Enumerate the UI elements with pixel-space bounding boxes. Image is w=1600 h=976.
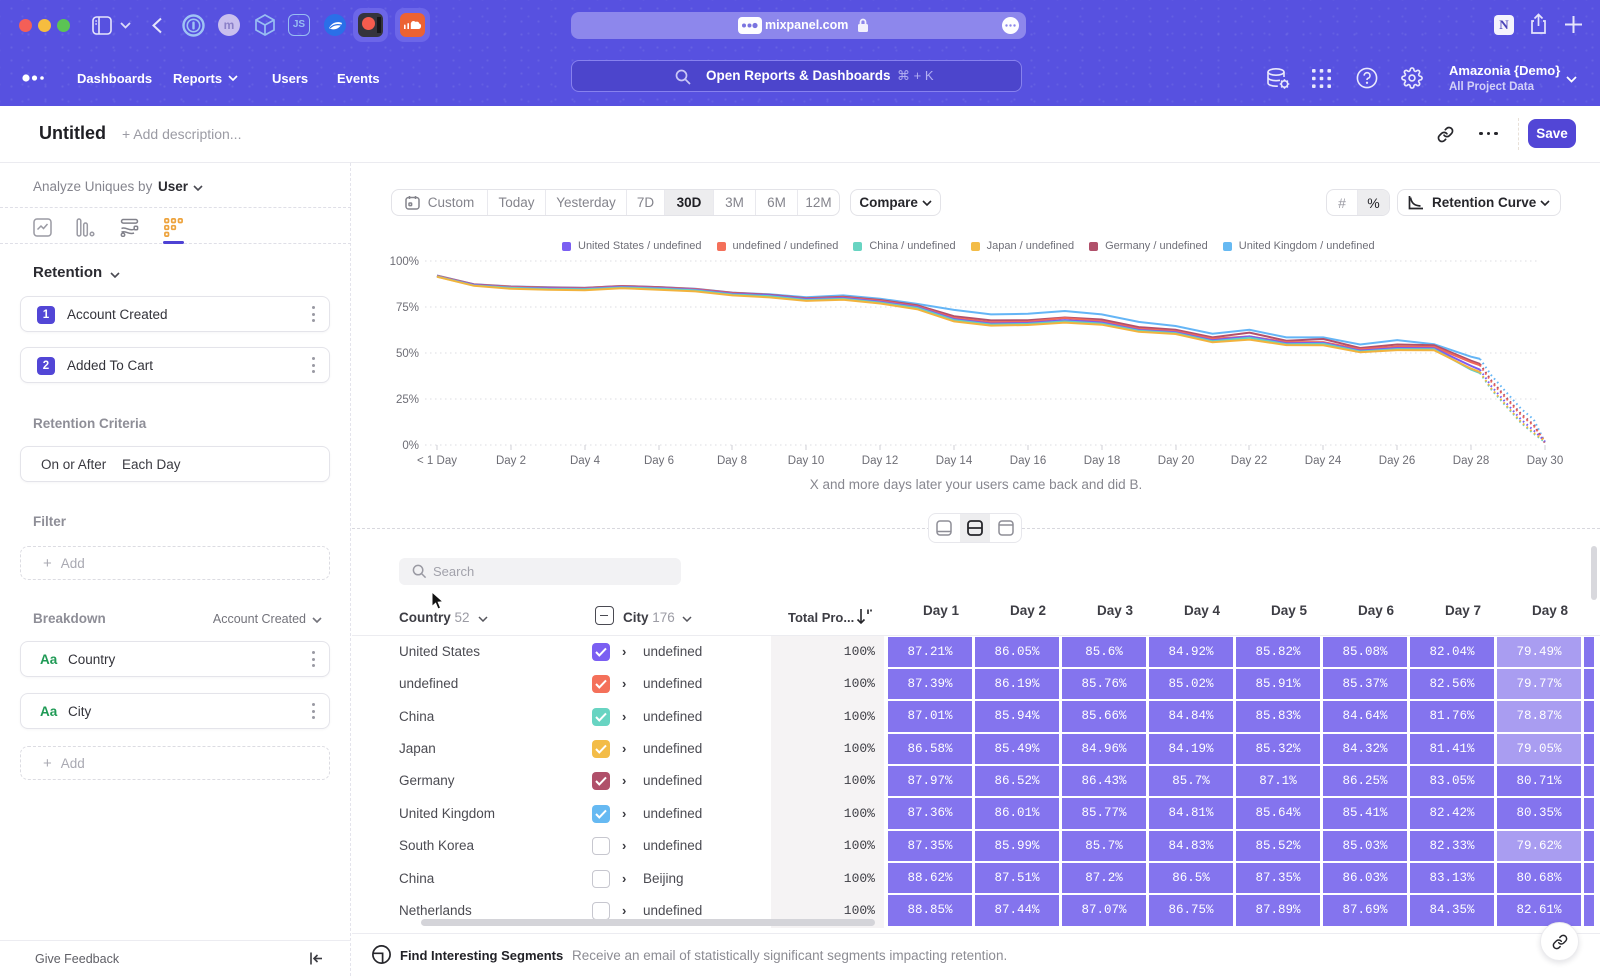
svg-text:Day 28: Day 28 [1453, 455, 1489, 467]
svg-text:Day 18: Day 18 [1084, 455, 1120, 467]
svg-text:Day 22: Day 22 [1231, 455, 1267, 467]
svg-text:Day 20: Day 20 [1158, 455, 1194, 467]
svg-text:Day 8: Day 8 [717, 455, 747, 467]
svg-text:Day 16: Day 16 [1010, 455, 1046, 467]
svg-text:100%: 100% [390, 256, 419, 268]
svg-text:Day 12: Day 12 [862, 455, 898, 467]
svg-text:50%: 50% [396, 348, 419, 360]
svg-text:< 1 Day: < 1 Day [417, 455, 457, 467]
svg-text:Day 2: Day 2 [496, 455, 526, 467]
svg-text:Day 24: Day 24 [1305, 455, 1342, 467]
svg-text:Day 30: Day 30 [1527, 455, 1563, 467]
svg-text:75%: 75% [396, 302, 419, 314]
svg-text:Day 6: Day 6 [644, 455, 674, 467]
svg-text:Day 26: Day 26 [1379, 455, 1415, 467]
svg-text:0%: 0% [402, 440, 419, 452]
svg-text:Day 4: Day 4 [570, 455, 601, 467]
svg-text:Day 10: Day 10 [788, 455, 824, 467]
svg-text:Day 14: Day 14 [936, 455, 973, 467]
svg-text:25%: 25% [396, 394, 419, 406]
